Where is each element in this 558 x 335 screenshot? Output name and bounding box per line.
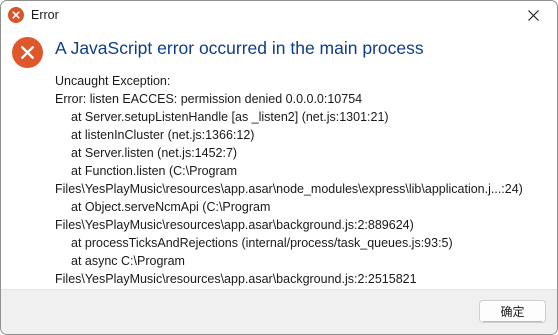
stack-frame: at Object.serveNcmApi (C:\Program <box>71 200 271 214</box>
ok-button[interactable]: 确定 <box>479 300 546 323</box>
window-title: Error <box>31 8 59 22</box>
title-bar[interactable]: Error <box>1 1 557 31</box>
close-icon <box>528 10 539 21</box>
stack-frame: at Server.listen (net.js:1452:7) <box>71 146 238 160</box>
close-button[interactable] <box>511 1 557 30</box>
error-dialog: Error A JavaScript error occurred in the… <box>0 0 558 335</box>
error-message: Uncaught Exception: Error: listen EACCES… <box>55 72 555 288</box>
message-line: Error: listen EACCES: permission denied … <box>55 92 363 106</box>
stack-frame-path: Files\YesPlayMusic\resources\app.asar\no… <box>55 182 523 196</box>
error-icon <box>8 7 24 23</box>
stack-frame: at processTicksAndRejections (internal/p… <box>71 236 453 250</box>
error-icon <box>12 37 43 68</box>
dialog-footer: 确定 <box>1 289 557 334</box>
stack-frame: at async C:\Program <box>71 254 185 268</box>
stack-frame: at Function.listen (C:\Program <box>71 164 238 178</box>
error-heading: A JavaScript error occurred in the main … <box>55 38 424 58</box>
stack-frame: at Server.setupListenHandle [as _listen2… <box>71 110 389 124</box>
stack-frame-path: Files\YesPlayMusic\resources\app.asar\ba… <box>55 218 414 232</box>
stack-frame-path: Files\YesPlayMusic\resources\app.asar\ba… <box>55 272 417 286</box>
message-line: Uncaught Exception: <box>55 74 171 88</box>
stack-frame: at listenInCluster (net.js:1366:12) <box>71 128 255 142</box>
